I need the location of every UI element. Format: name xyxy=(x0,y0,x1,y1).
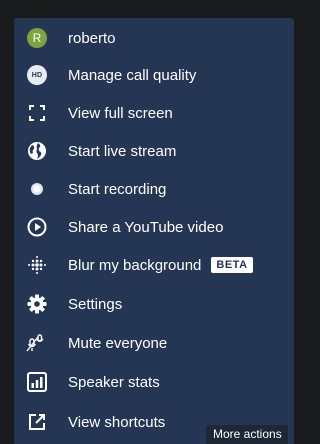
menu-item-label: Manage call quality xyxy=(68,66,197,84)
menu-item-label: Start recording xyxy=(68,180,167,198)
menu-item-label: Settings xyxy=(68,295,123,313)
menu-item-blur-background[interactable]: Blur my background BETA xyxy=(14,247,294,283)
avatar: R xyxy=(26,27,48,49)
menu-item-profile[interactable]: R roberto xyxy=(14,20,294,56)
menu-item-label: Start live stream xyxy=(68,142,177,160)
menu-item-label: Share a YouTube video xyxy=(68,218,224,236)
menu-item-label: roberto xyxy=(68,29,116,47)
overflow-menu: R roberto HD Manage call quality View fu… xyxy=(14,18,294,444)
external-link-icon xyxy=(26,411,48,433)
beta-badge: BETA xyxy=(211,257,253,273)
menu-item-label: View full screen xyxy=(68,104,173,122)
menu-item-manage-call-quality[interactable]: HD Manage call quality xyxy=(14,57,294,93)
menu-item-settings[interactable]: Settings xyxy=(14,286,294,322)
menu-item-start-live-stream[interactable]: Start live stream xyxy=(14,133,294,169)
blur-icon xyxy=(26,254,48,276)
menu-item-view-full-screen[interactable]: View full screen xyxy=(14,95,294,131)
menu-item-label: Speaker stats xyxy=(68,373,160,391)
menu-item-share-youtube-video[interactable]: Share a YouTube video xyxy=(14,209,294,245)
avatar-initial: R xyxy=(27,28,47,48)
menu-item-label: Mute everyone xyxy=(68,334,168,352)
menu-item-speaker-stats[interactable]: Speaker stats xyxy=(14,364,294,400)
mute-everyone-icon xyxy=(26,332,48,354)
more-actions-tooltip: More actions xyxy=(206,425,288,444)
play-circle-icon xyxy=(26,216,48,238)
stats-icon xyxy=(26,371,48,393)
fullscreen-icon xyxy=(26,102,48,124)
globe-icon xyxy=(26,140,48,162)
menu-item-mute-everyone[interactable]: Mute everyone xyxy=(14,325,294,361)
gear-icon xyxy=(26,293,48,315)
record-icon xyxy=(26,178,48,200)
menu-item-start-recording[interactable]: Start recording xyxy=(14,171,294,207)
menu-item-label: View shortcuts xyxy=(68,413,166,431)
hd-icon: HD xyxy=(26,64,48,86)
menu-item-label: Blur my background xyxy=(68,256,202,274)
